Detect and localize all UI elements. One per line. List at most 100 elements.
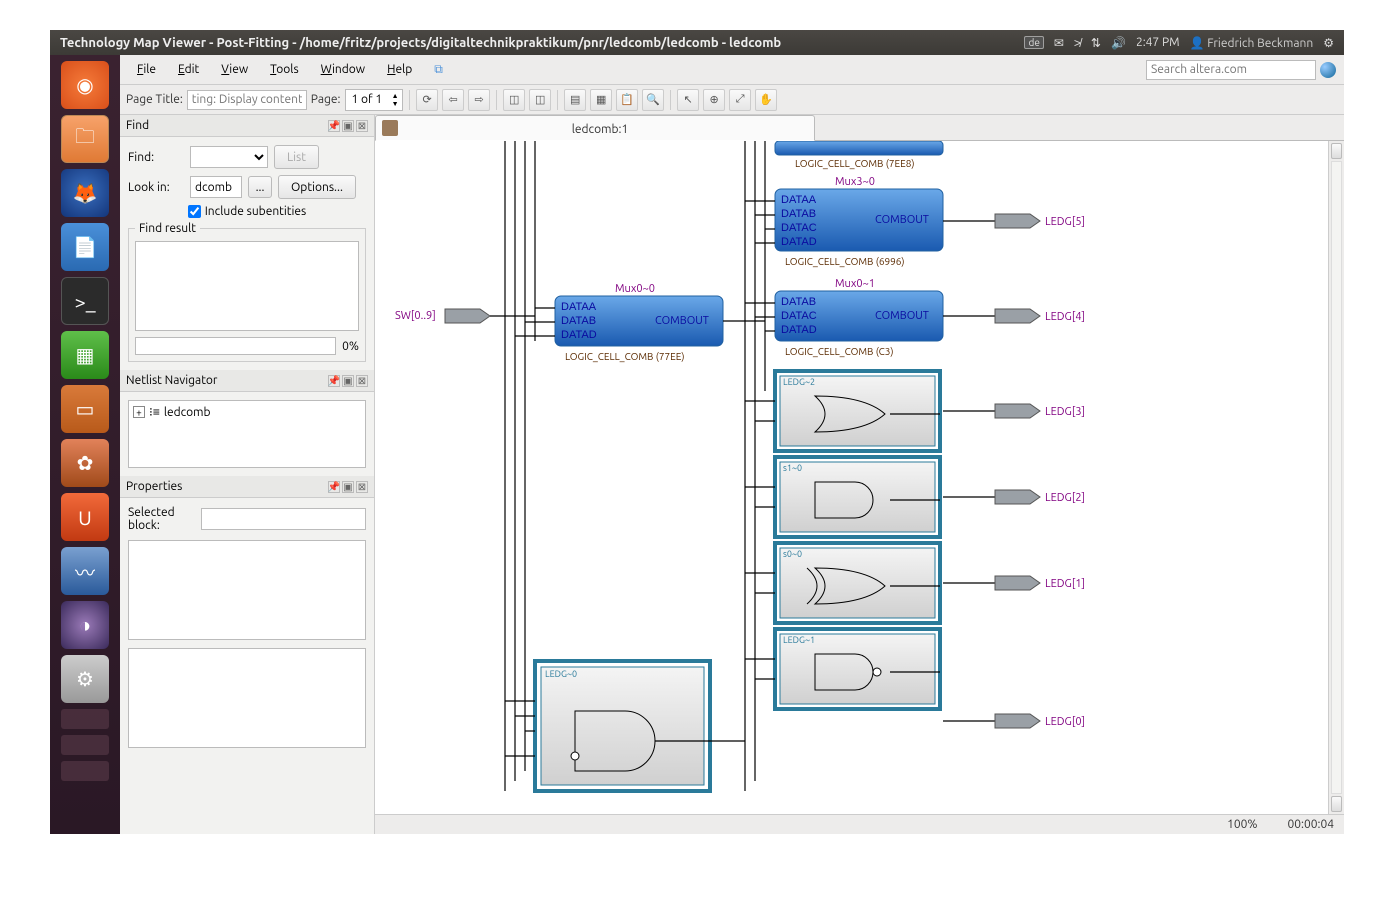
find-panel-header[interactable]: Find 📌▣⊠ [120,115,374,137]
volume-icon[interactable]: 🔊 [1111,36,1126,50]
launcher-terminal-icon[interactable]: >_ [61,277,109,325]
launcher-eclipse-icon[interactable]: ◑ [61,601,109,649]
launcher-impress-icon[interactable]: ▭ [61,385,109,433]
cell-gate-1[interactable]: s1~0 [775,457,940,537]
launcher-running-1[interactable] [61,709,109,729]
output-LEDG[0][interactable]: LEDG[0] [943,714,1085,728]
launcher-running-2[interactable] [61,735,109,755]
selected-block-input[interactable] [201,508,366,530]
gear-icon[interactable]: ⚙ [1323,36,1334,50]
tb-forward-icon[interactable]: ⇨ [468,89,490,111]
globe-icon[interactable] [1320,62,1336,78]
tb-refresh-icon[interactable]: ⟳ [416,89,438,111]
launcher-writer-icon[interactable]: 📄 [61,223,109,271]
launcher-wireshark-icon[interactable]: 〰 [61,547,109,595]
menu-file[interactable]: File [128,59,165,80]
tb-layout1-icon[interactable]: ▤ [564,89,586,111]
tb-zoomfit-icon[interactable]: ⤢ [729,89,751,111]
output-LEDG[4][interactable]: LEDG[4] [943,309,1085,323]
launcher-running-3[interactable] [61,761,109,781]
clock[interactable]: 2:47 PM [1136,36,1180,49]
close-panel-icon[interactable]: ⊠ [356,375,368,387]
search-input[interactable] [1146,60,1316,80]
mail-icon[interactable]: ✉ [1054,36,1064,50]
launcher-firefox-icon[interactable]: 🦊 [61,169,109,217]
cell-gate-2[interactable]: s0~0 [775,543,940,623]
find-label: Find: [128,151,184,164]
menu-help[interactable]: Help [378,59,421,80]
close-panel-icon[interactable]: ⊠ [356,120,368,132]
launcher-calc-icon[interactable]: ▦ [61,331,109,379]
tb-zoomin-icon[interactable]: ⊕ [703,89,725,111]
system-menubar: Technology Map Viewer - Post-Fitting - /… [50,30,1344,55]
input-pad[interactable]: SW[0..9] [395,309,535,323]
tb-copy-icon[interactable]: 📋 [616,89,638,111]
launcher-disk-icon[interactable]: ⚙ [61,655,109,703]
network-icon[interactable]: ⇅ [1091,36,1101,50]
tb-prev-icon[interactable]: ◫ [503,89,525,111]
tree-root[interactable]: ledcomb [164,406,211,419]
properties-panel-header[interactable]: Properties 📌▣⊠ [120,476,374,498]
launcher-dash-icon[interactable]: ◉ [61,61,109,109]
menu-tools[interactable]: Tools [261,59,308,80]
cell-mux3-0[interactable]: Mux3~0 DATAA DATAB DATAC DATAD COMBOUT L… [775,176,943,267]
find-combo[interactable] [190,146,268,168]
tb-layout2-icon[interactable]: ▦ [590,89,612,111]
tb-next-icon[interactable]: ◫ [529,89,551,111]
netlist-tree[interactable]: + ⁝≡ ledcomb [128,400,366,468]
bluetooth-icon[interactable]: ≯ [1074,36,1081,50]
rollup-icon[interactable]: ▣ [342,120,354,132]
cell-mux0-1[interactable]: Mux0~1 DATAB DATAC DATAD COMBOUT LOGIC_C… [775,278,943,357]
find-result-label: Find result [135,222,200,235]
output-LEDG[2][interactable]: LEDG[2] [943,490,1085,504]
menu-view[interactable]: View [212,59,257,80]
menu-extra-icon[interactable]: ⧉ [425,59,452,81]
page-title-input[interactable] [187,90,307,110]
scroll-up-icon[interactable] [1331,143,1342,159]
toolbar: Page Title: Page: 1 of 1 ▲▼ ⟳ ⇦ ⇨ ◫ ◫ ▤ … [120,85,1344,115]
pin-icon[interactable]: 📌 [328,375,340,387]
tb-pointer-icon[interactable]: ↖ [677,89,699,111]
navigator-panel-header[interactable]: Netlist Navigator 📌▣⊠ [120,370,374,392]
find-result-list[interactable] [135,241,359,331]
menu-window[interactable]: Window [312,59,374,80]
cell-top-partial[interactable]: LOGIC_CELL_COMB (7EE8) [775,141,943,169]
tree-hier-icon: ⁝≡ [149,405,160,419]
cell-ledg0-big[interactable]: LEDG~0 [535,661,710,791]
cell-gate-0[interactable]: LEDG~2 [775,371,940,451]
close-panel-icon[interactable]: ⊠ [356,481,368,493]
include-subentities-checkbox[interactable] [188,205,201,218]
cell-mux0-0[interactable]: Mux0~0 DATAA DATAB DATAD COMBOUT LOGIC_C… [555,283,723,362]
rollup-icon[interactable]: ▣ [342,481,354,493]
schematic-canvas[interactable]: SW[0..9] LOGIC_CELL_COMB (7EE8) Mux0~0 D… [375,141,1328,814]
options-button[interactable]: Options... [278,175,356,199]
output-LEDG[1][interactable]: LEDG[1] [943,576,1085,590]
pin-icon[interactable]: 📌 [328,120,340,132]
launcher-usc-icon[interactable]: U [61,493,109,541]
list-button[interactable]: List [274,145,319,169]
tree-expand-icon[interactable]: + [133,406,145,418]
browse-button[interactable]: ... [248,176,272,198]
vertical-scrollbar[interactable] [1328,141,1344,814]
launcher-photos-icon[interactable]: ✿ [61,439,109,487]
launcher-files-icon[interactable]: 🗀 [61,115,109,163]
user-menu[interactable]: 👤 Friedrich Beckmann [1190,36,1314,50]
tb-hand-icon[interactable]: ✋ [755,89,777,111]
tab-label: ledcomb:1 [572,123,628,136]
output-LEDG[3][interactable]: LEDG[3] [943,404,1085,418]
pin-icon[interactable]: 📌 [328,481,340,493]
keyboard-indicator[interactable]: de [1024,36,1043,49]
tab-ledcomb[interactable]: ledcomb:1 [375,115,815,141]
page-select[interactable]: 1 of 1 [346,93,389,106]
scroll-down-icon[interactable] [1331,796,1342,812]
menu-edit[interactable]: Edit [169,59,208,80]
output-LEDG[5][interactable]: LEDG[5] [943,214,1085,228]
cell-gate-3[interactable]: LEDG~1 [775,629,940,709]
rollup-icon[interactable]: ▣ [342,375,354,387]
lookin-input[interactable] [190,176,242,198]
tb-find-icon[interactable]: 🔍 [642,89,664,111]
svg-text:SW[0..9]: SW[0..9] [395,310,436,322]
include-subentities-label: Include subentities [205,205,307,218]
system-indicators[interactable]: de ✉ ≯ ⇅ 🔊 2:47 PM 👤 Friedrich Beckmann … [1024,36,1334,50]
tb-back-icon[interactable]: ⇦ [442,89,464,111]
